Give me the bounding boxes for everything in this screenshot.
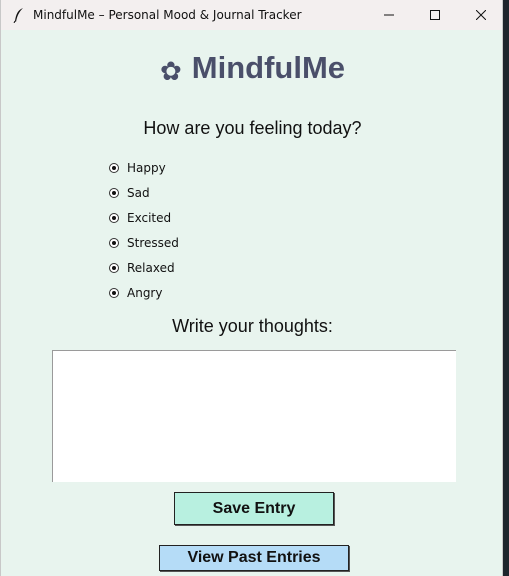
mood-label: Angry bbox=[127, 285, 163, 300]
radio-button[interactable] bbox=[109, 187, 119, 198]
radio-button[interactable] bbox=[109, 287, 119, 298]
journal-textarea[interactable] bbox=[52, 350, 456, 482]
maximize-icon bbox=[430, 10, 440, 20]
radio-button[interactable] bbox=[109, 262, 119, 273]
mood-radio-group: Happy Sad Excited Stressed Relaxed Angry bbox=[109, 155, 179, 305]
radio-button[interactable] bbox=[109, 237, 119, 248]
view-past-entries-button[interactable]: View Past Entries bbox=[159, 545, 349, 571]
window-title: MindfulMe – Personal Mood & Journal Trac… bbox=[33, 8, 302, 22]
thoughts-label: Write your thoughts: bbox=[172, 316, 333, 336]
minimize-button[interactable] bbox=[366, 0, 412, 30]
mood-label: Sad bbox=[127, 185, 150, 200]
mood-label: Happy bbox=[127, 160, 166, 175]
title-bar[interactable]: MindfulMe – Personal Mood & Journal Trac… bbox=[1, 0, 502, 30]
mood-label: Relaxed bbox=[127, 260, 175, 275]
app-title: MindfulMe bbox=[191, 50, 346, 85]
mood-option-relaxed[interactable]: Relaxed bbox=[109, 255, 179, 280]
minimize-icon bbox=[384, 14, 394, 16]
mood-option-sad[interactable]: Sad bbox=[109, 180, 179, 205]
close-button[interactable] bbox=[458, 0, 504, 30]
app-window: MindfulMe – Personal Mood & Journal Trac… bbox=[0, 0, 503, 576]
mood-label: Stressed bbox=[127, 235, 179, 250]
mood-question: How are you feeling today? bbox=[143, 118, 362, 138]
mood-label: Excited bbox=[127, 210, 172, 225]
radio-button[interactable] bbox=[109, 162, 119, 173]
mood-option-excited[interactable]: Excited bbox=[109, 205, 179, 230]
mood-option-happy[interactable]: Happy bbox=[109, 155, 179, 180]
flower-icon: ✿ bbox=[159, 57, 182, 87]
mood-option-angry[interactable]: Angry bbox=[109, 280, 179, 305]
close-icon bbox=[476, 10, 486, 20]
radio-button[interactable] bbox=[109, 212, 119, 223]
maximize-button[interactable] bbox=[412, 0, 458, 30]
mood-option-stressed[interactable]: Stressed bbox=[109, 230, 179, 255]
app-header: ✿ MindfulMe bbox=[1, 50, 504, 90]
feather-icon bbox=[13, 8, 23, 23]
save-entry-button[interactable]: Save Entry bbox=[174, 492, 334, 525]
